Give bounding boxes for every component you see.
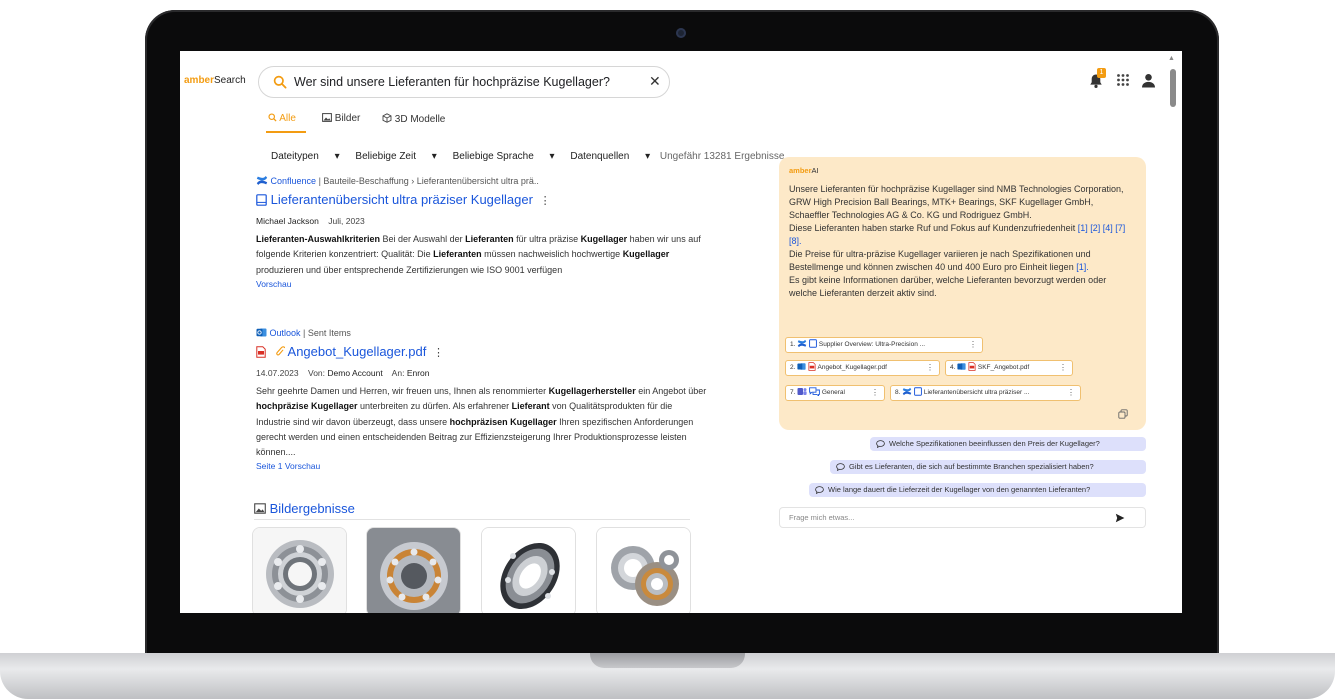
preview-link[interactable]: Seite 1 Vorschau [256, 461, 708, 471]
image-icon [254, 503, 266, 514]
user-avatar-icon[interactable] [1141, 73, 1156, 88]
search-result: Confluence | Bauteile-Beschaffung › Lief… [256, 175, 708, 289]
search-icon [273, 75, 287, 89]
scrollbar-thumb[interactable] [1170, 69, 1176, 107]
clear-search-icon[interactable]: ✕ [649, 73, 661, 90]
page-icon [809, 339, 817, 348]
source-outlook-link[interactable]: Outlook [270, 328, 301, 338]
author: Michael Jackson [256, 216, 319, 226]
suggested-question[interactable]: Welche Spezifikationen beeinflussen den … [870, 437, 1146, 451]
divider [254, 519, 690, 520]
filter-file-types[interactable]: Dateitypen ▾ [271, 151, 340, 162]
more-options-icon[interactable]: ⋮ [871, 386, 879, 400]
source-confluence-link[interactable]: Confluence [271, 176, 317, 186]
ball-bearing-image [253, 528, 346, 613]
filter-bar: Dateitypen ▾ Beliebige Zeit ▾ Beliebige … [271, 151, 797, 162]
copy-icon[interactable] [1118, 409, 1128, 419]
tab-images[interactable]: Bilder [322, 113, 360, 124]
suggested-question[interactable]: Wie lange dauert die Lieferzeit der Kuge… [809, 483, 1146, 497]
suggested-question[interactable]: Gibt es Lieferanten, die sich auf bestim… [830, 460, 1146, 474]
chat-channel-icon [809, 387, 820, 397]
angular-contact-bearing-image [367, 528, 460, 613]
bearing-set-image [597, 528, 690, 613]
result-title-link[interactable]: Angebot_Kugellager.pdf [288, 344, 427, 359]
source-chip[interactable]: 8. Lieferantenübersicht ultra präziser .… [890, 385, 1081, 401]
source-chip[interactable]: 1. Supplier Overview: Ultra-Precision ..… [785, 337, 983, 353]
confluence-icon [256, 176, 268, 185]
scroll-up-arrow[interactable]: ▲ [1168, 55, 1175, 62]
outlook-icon [797, 363, 806, 370]
pdf-icon [968, 362, 976, 371]
source-chip[interactable]: 7. General ⋮ [785, 385, 885, 401]
send-icon[interactable] [1115, 513, 1125, 523]
more-options-icon[interactable]: ⋮ [537, 195, 551, 207]
laptop-base-notch [590, 653, 745, 668]
ai-chat-input[interactable]: Frage mich etwas... [779, 507, 1146, 528]
pdf-icon [256, 346, 266, 358]
webcam [676, 28, 686, 38]
tab-all[interactable]: Alle [268, 113, 296, 124]
chat-placeholder: Frage mich etwas... [789, 513, 855, 522]
image-results-heading: Bildergebnisse [254, 501, 355, 516]
recipient: Enron [406, 368, 430, 378]
image-result-bearing-set[interactable] [596, 527, 691, 613]
breadcrumb: Sent Items [307, 328, 351, 338]
more-options-icon[interactable]: ⋮ [1067, 386, 1075, 400]
search-icon [268, 113, 277, 122]
page-icon [914, 387, 922, 396]
pdf-icon [808, 362, 816, 371]
image-icon [322, 113, 332, 122]
search-bar[interactable]: Wer sind unsere Lieferanten für hochpräz… [258, 66, 670, 98]
page-icon [256, 194, 267, 206]
preview-link[interactable]: Vorschau [256, 279, 708, 289]
teams-icon [797, 388, 807, 395]
filter-time[interactable]: Beliebige Zeit ▾ [355, 151, 436, 162]
outlook-icon [256, 328, 267, 337]
filter-language[interactable]: Beliebige Sprache ▾ [453, 151, 555, 162]
result-snippet: Lieferanten-Auswahlkriterien Bei der Aus… [256, 234, 701, 275]
tab-3d-models[interactable]: 3D Modelle [382, 113, 445, 125]
image-result-tilted-bearing[interactable] [481, 527, 576, 613]
confluence-icon [902, 387, 912, 396]
source-chip[interactable]: 2. Angebot_Kugellager.pdf ⋮ [785, 360, 940, 376]
source-chip[interactable]: 4. SKF_Angebot.pdf ⋮ [945, 360, 1073, 376]
cube-icon [382, 113, 392, 123]
amber-search-logo[interactable]: amberSearch [184, 75, 246, 86]
citation-link[interactable]: [1]. [1076, 262, 1089, 272]
chat-bubble-icon [815, 486, 824, 494]
amber-ai-label: amberAI [789, 166, 819, 175]
confluence-icon [797, 339, 807, 348]
tilted-bearing-image [482, 528, 575, 613]
image-result-angular-bearing[interactable] [366, 527, 461, 613]
more-options-icon[interactable]: ⋮ [1059, 361, 1067, 375]
ai-answer-panel: amberAI Unsere Lieferanten für hochpräzi… [779, 157, 1146, 430]
more-options-icon[interactable]: ⋮ [926, 361, 934, 375]
filter-data-sources[interactable]: Datenquellen ▾ [570, 151, 650, 162]
more-options-icon[interactable]: ⋮ [430, 347, 444, 359]
result-snippet: Sehr geehrte Damen und Herren, wir freue… [256, 386, 707, 458]
active-tab-indicator [266, 131, 306, 133]
chat-bubble-icon [836, 463, 845, 471]
apps-grid-icon[interactable] [1116, 73, 1130, 87]
notification-badge: 1 [1097, 68, 1106, 78]
image-result-ball-bearing[interactable] [252, 527, 347, 613]
result-title-link[interactable]: Lieferantenübersicht ultra präziser Kuge… [271, 192, 533, 207]
header-actions: 1 [1088, 68, 1158, 93]
browser-screen: amberSearch Wer sind unsere Lieferanten … [180, 51, 1182, 613]
attachment-icon [275, 346, 285, 356]
date: Juli, 2023 [328, 216, 365, 226]
more-options-icon[interactable]: ⋮ [969, 338, 977, 352]
breadcrumb: Bauteile-Beschaffung › Lieferantenübersi… [323, 176, 539, 186]
sender: Demo Account [327, 368, 383, 378]
outlook-icon [957, 363, 966, 370]
search-result: Outlook | Sent Items Angebot_Kugellager.… [256, 328, 708, 472]
search-input[interactable]: Wer sind unsere Lieferanten für hochpräz… [294, 75, 610, 89]
ai-answer-text: Unsere Lieferanten für hochpräzise Kugel… [789, 184, 1126, 298]
chat-bubble-icon [876, 440, 885, 448]
date: 14.07.2023 [256, 368, 299, 378]
result-count: Ungefähr 13281 Ergebnisse [659, 151, 785, 162]
